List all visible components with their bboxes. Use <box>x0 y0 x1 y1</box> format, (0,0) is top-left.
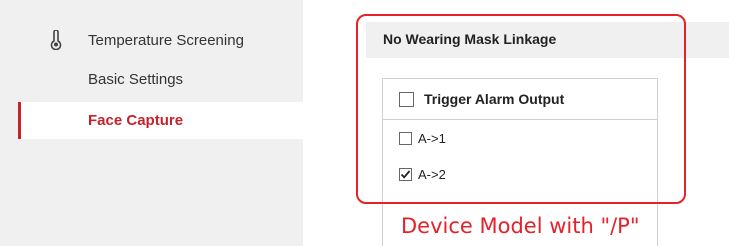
sidebar-item-label: Basic Settings <box>88 71 184 88</box>
sidebar-item-label: Face Capture <box>88 112 184 129</box>
sidebar-section-label: Temperature Screening <box>88 31 244 49</box>
left-sidebar: Temperature Screening Basic Settings Fac… <box>0 0 303 246</box>
highlight-box <box>356 14 686 204</box>
sidebar-section-temperature-screening[interactable]: Temperature Screening <box>48 27 303 53</box>
annotation-caption: Device Model with "/P" <box>401 214 640 238</box>
sidebar-item-basic-settings[interactable]: Basic Settings <box>18 61 303 98</box>
thermometer-icon <box>48 30 64 50</box>
sidebar-item-face-capture[interactable]: Face Capture <box>18 102 303 139</box>
